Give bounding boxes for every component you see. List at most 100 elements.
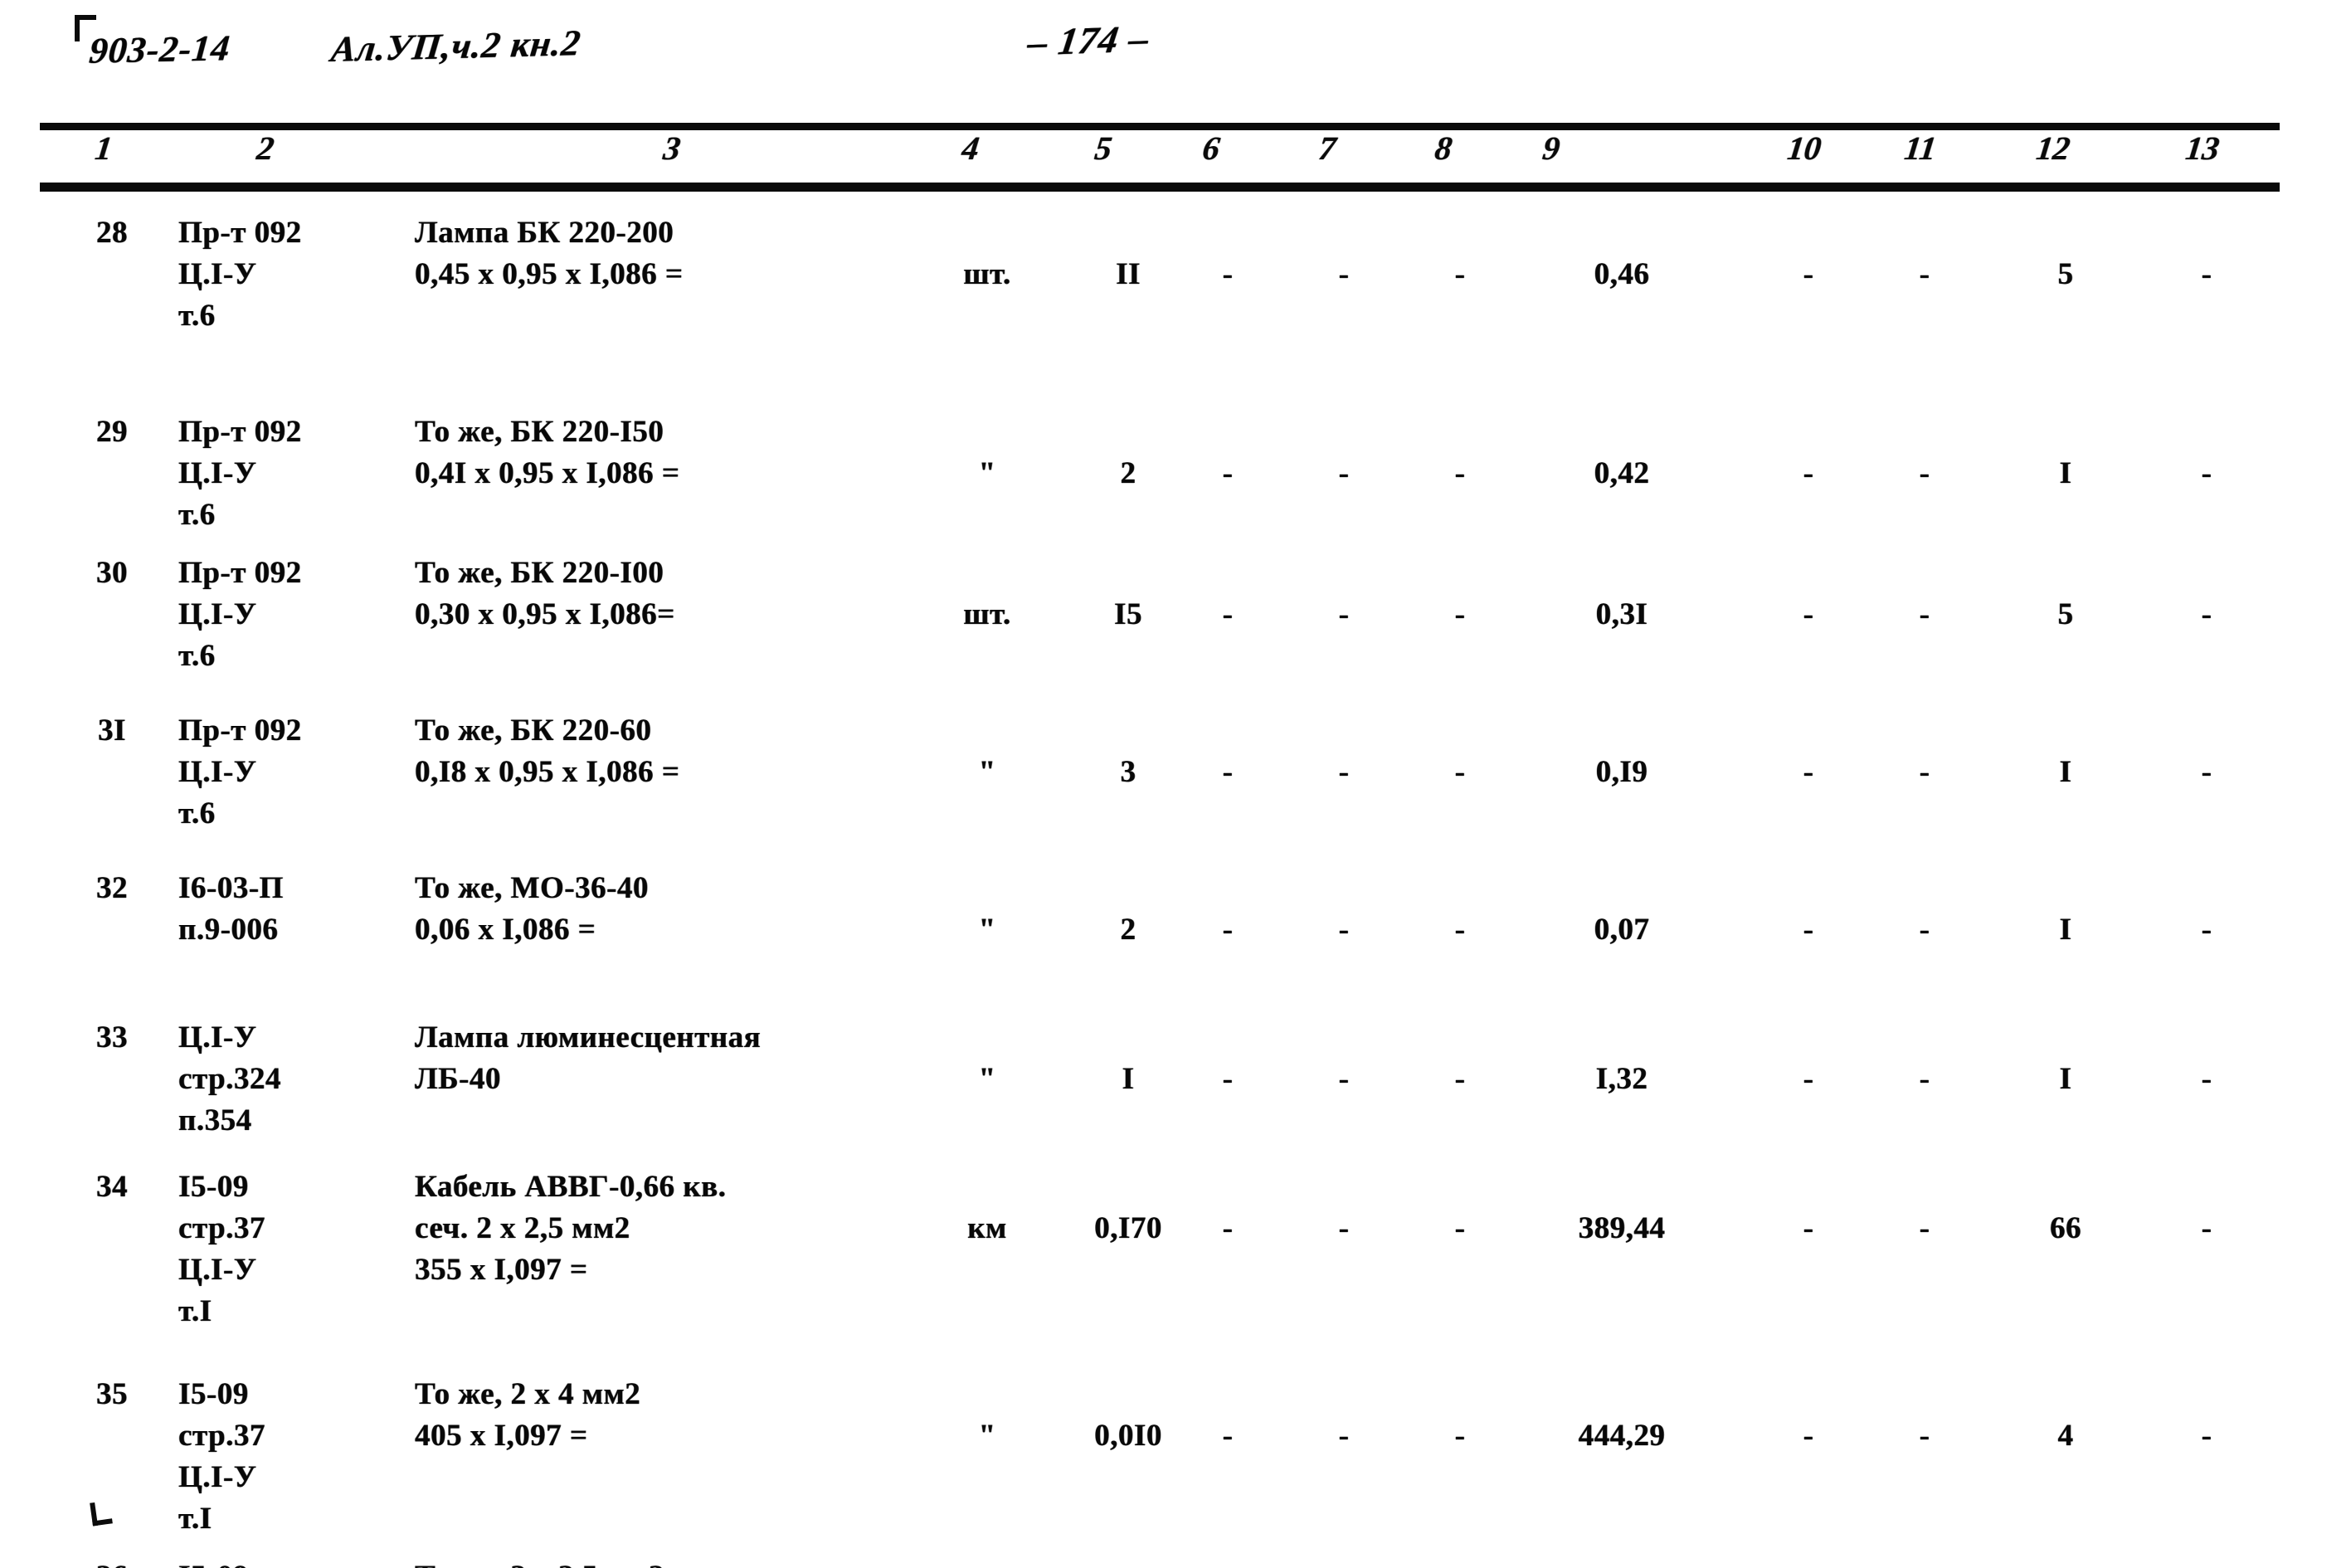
cell-col10: - bbox=[1803, 597, 1814, 631]
cell-col11: - bbox=[1919, 597, 1930, 631]
column-header-6: 6 bbox=[1200, 129, 1222, 167]
cell-col5: 2 bbox=[1120, 456, 1137, 490]
cell-col9: 0,46 bbox=[1594, 257, 1650, 291]
cell-col12: I bbox=[2059, 1062, 2072, 1096]
cell-col9: 444,29 bbox=[1578, 1419, 1666, 1453]
cell-col2: I5-09 стр.38 Ц.I-У,т.I bbox=[178, 1556, 386, 1568]
cell-col6: - bbox=[1222, 257, 1234, 291]
column-header-2: 2 bbox=[255, 129, 276, 167]
cell-col7: - bbox=[1338, 1062, 1350, 1096]
cell-col10: - bbox=[1803, 456, 1814, 490]
column-header-8: 8 bbox=[1433, 129, 1454, 167]
cell-col5: 0,I70 bbox=[1094, 1211, 1162, 1245]
table-header-bottom-rule bbox=[40, 183, 2280, 192]
cell-col12: 4 bbox=[2057, 1419, 2074, 1453]
cell-col1: 28 bbox=[96, 216, 128, 250]
cell-col4: шт. bbox=[963, 597, 1011, 631]
column-header-13: 13 bbox=[2183, 129, 2222, 167]
cell-col4: " bbox=[978, 913, 996, 947]
cell-col2: Пр-т 092 Ц.I-У т.6 bbox=[178, 713, 302, 830]
cell-col2: Пр-т 092 Ц.I-У т.6 bbox=[178, 216, 302, 333]
cell-col13: - bbox=[2201, 755, 2212, 789]
cell-col11: - bbox=[1919, 913, 1930, 947]
cell-col9: 389,44 bbox=[1578, 1211, 1666, 1245]
cell-col3: То же, МО-36-40 0,06 х I,086 = bbox=[415, 871, 649, 947]
cell-col2: Ц.I-У стр.324 п.354 bbox=[178, 1020, 281, 1137]
cell-col12: I bbox=[2059, 456, 2072, 490]
cell-col8: - bbox=[1454, 755, 1466, 789]
cell-col13: - bbox=[2201, 1211, 2212, 1245]
cell-col7: - bbox=[1338, 257, 1350, 291]
cell-col4: " bbox=[978, 456, 996, 490]
cell-col5: 0,0I0 bbox=[1094, 1419, 1162, 1453]
cell-col3: То же, 2 х 4 мм2 405 х I,097 = bbox=[415, 1377, 641, 1453]
cell-col7: - bbox=[1338, 1419, 1350, 1453]
column-header-12: 12 bbox=[2034, 129, 2072, 167]
cell-col6: - bbox=[1222, 1062, 1234, 1096]
cell-col10: - bbox=[1803, 1419, 1814, 1453]
table-column-header-row: 1 2 3 4 5 6 7 8 9 10 11 12 13 bbox=[0, 129, 2351, 180]
cell-col8: - bbox=[1454, 913, 1466, 947]
cell-col3: То же, БК 220-60 0,I8 х 0,95 х I,086 = bbox=[415, 713, 680, 789]
cell-col9: 0,42 bbox=[1594, 456, 1650, 490]
cell-col3: Кабель АВВГ-0,66 кв. сеч. 2 х 2,5 мм2 35… bbox=[415, 1170, 727, 1287]
cell-col2: I5-09 стр.37 Ц.I-У т.I bbox=[178, 1170, 265, 1328]
cell-col3: Лампа БК 220-200 0,45 х 0,95 х I,086 = bbox=[415, 216, 684, 291]
cell-col13: - bbox=[2201, 913, 2212, 947]
cell-col6: - bbox=[1222, 597, 1234, 631]
album-reference: Ал.УП,ч.2 кн.2 bbox=[329, 22, 583, 70]
cell-col4: " bbox=[978, 755, 996, 789]
column-header-3: 3 bbox=[661, 129, 683, 167]
cell-col11: - bbox=[1919, 456, 1930, 490]
cell-col12: I bbox=[2059, 913, 2072, 947]
cell-col7: - bbox=[1338, 1211, 1350, 1245]
cell-col13: - bbox=[2201, 1062, 2212, 1096]
cell-col13: - bbox=[2201, 456, 2212, 490]
cell-col7: - bbox=[1338, 597, 1350, 631]
cell-col3: То же, 3 х 2,5 мм2 400 х I,097 = bbox=[415, 1556, 913, 1568]
cell-col9: 0,3I bbox=[1595, 597, 1648, 631]
cell-col11: - bbox=[1919, 1211, 1930, 1245]
cell-col10: - bbox=[1803, 913, 1814, 947]
cell-col12: 5 bbox=[2057, 257, 2074, 291]
cell-col6: - bbox=[1222, 1419, 1234, 1453]
column-header-11: 11 bbox=[1902, 129, 1939, 167]
page-number: – 174 – bbox=[1025, 17, 1153, 64]
cell-col1: 36 bbox=[79, 1556, 145, 1568]
cell-col4: " bbox=[978, 1419, 996, 1453]
cell-col13: - bbox=[2201, 257, 2212, 291]
cell-col8: - bbox=[1454, 1211, 1466, 1245]
cell-col9: 0,I9 bbox=[1595, 755, 1648, 789]
cell-col1: 3I bbox=[98, 713, 126, 747]
cell-col10: - bbox=[1803, 1211, 1814, 1245]
cell-col10: - bbox=[1803, 1062, 1814, 1096]
cell-col2: I5-09 стр.37 Ц.I-У т.I bbox=[178, 1377, 265, 1536]
column-header-5: 5 bbox=[1093, 129, 1114, 167]
cell-col10: - bbox=[1803, 755, 1814, 789]
cell-col12: 5 bbox=[2057, 597, 2074, 631]
cell-col6: - bbox=[1222, 755, 1234, 789]
cell-col3: То же, БК 220-I00 0,30 х 0,95 х I,086= bbox=[415, 556, 675, 631]
cell-col1: 29 bbox=[96, 415, 128, 449]
cell-col13: - bbox=[2201, 1419, 2212, 1453]
cell-col8: - bbox=[1454, 1419, 1466, 1453]
cell-col2: Пр-т 092 Ц.I-У т.6 bbox=[178, 415, 302, 532]
cell-col2: I6-03-П п.9-006 bbox=[178, 871, 284, 947]
scanned-document-page: 903-2-14 Ал.УП,ч.2 кн.2 – 174 – 12345678… bbox=[0, 0, 2351, 1568]
corner-crop-mark-bottom-left bbox=[90, 1500, 113, 1527]
cell-col4: км bbox=[967, 1211, 1007, 1245]
cell-col8: - bbox=[1454, 597, 1466, 631]
cell-col4: " bbox=[978, 1062, 996, 1096]
cell-col3: Лампа люминесцентная ЛБ-40 bbox=[415, 1020, 762, 1096]
cell-col4: шт. bbox=[963, 257, 1011, 291]
column-header-4: 4 bbox=[960, 129, 981, 167]
cell-col6: - bbox=[1222, 913, 1234, 947]
cell-col12: I bbox=[2059, 755, 2072, 789]
cell-col7: - bbox=[1338, 456, 1350, 490]
cell-col6: - bbox=[1222, 456, 1234, 490]
cell-col1: 34 bbox=[96, 1170, 128, 1204]
cell-col11: - bbox=[1919, 1419, 1930, 1453]
cell-col6: - bbox=[1222, 1211, 1234, 1245]
cell-col8: - bbox=[1454, 257, 1466, 291]
cell-col1: 35 bbox=[96, 1377, 128, 1411]
